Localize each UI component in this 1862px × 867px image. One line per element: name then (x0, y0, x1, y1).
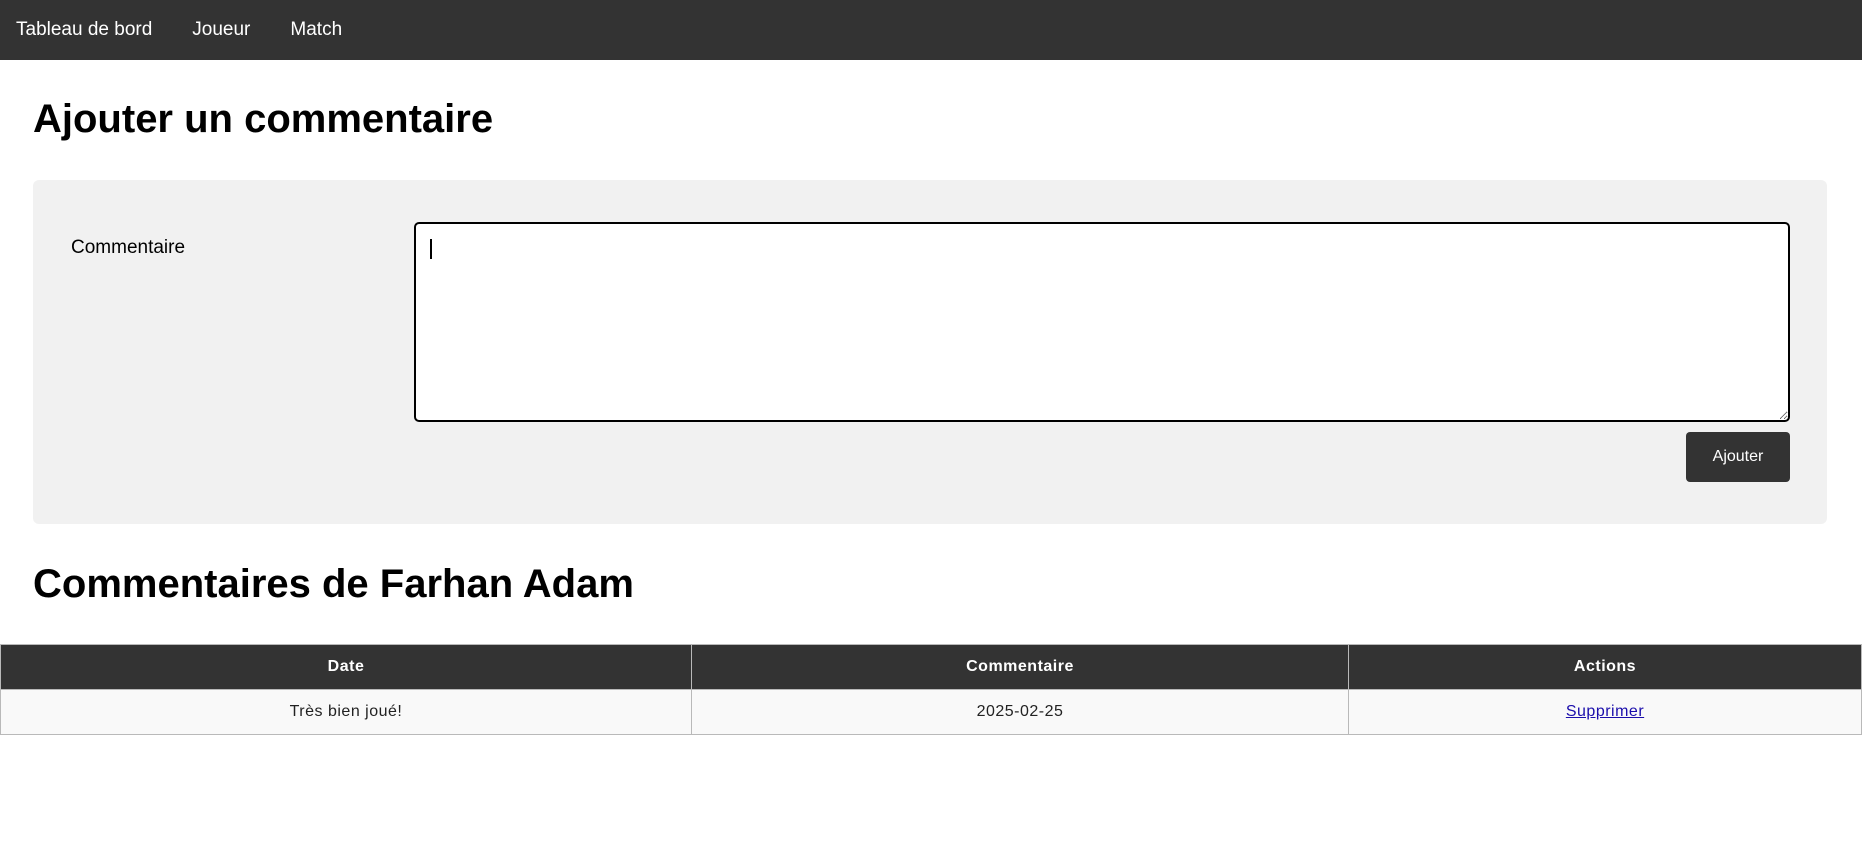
table-header-row: Date Commentaire Actions (0, 644, 1862, 690)
comment-label: Commentaire (71, 237, 186, 258)
column-header-actions: Actions (1348, 644, 1862, 690)
column-header-comment: Commentaire (691, 644, 1349, 690)
cell-date: Très bien joué! (0, 689, 692, 735)
cell-actions: Supprimer (1348, 689, 1862, 735)
table-row: Très bien joué! 2025-02-25 Supprimer (0, 689, 1862, 735)
comments-section-title: Commentaires de Farhan Adam (33, 562, 634, 606)
column-header-date: Date (0, 644, 692, 690)
add-comment-button[interactable]: Ajouter (1686, 432, 1790, 482)
page-title: Ajouter un commentaire (33, 97, 494, 141)
cell-comment: 2025-02-25 (691, 689, 1349, 735)
nav-item-player[interactable]: Joueur (192, 19, 250, 41)
nav-item-match[interactable]: Match (290, 19, 342, 41)
top-navbar: Tableau de bord Joueur Match (0, 0, 1862, 60)
comment-textarea[interactable] (414, 222, 1790, 422)
comments-table: Date Commentaire Actions Très bien joué!… (0, 644, 1862, 735)
delete-comment-link[interactable]: Supprimer (1566, 703, 1644, 720)
text-cursor (430, 239, 432, 259)
comment-form: Commentaire Ajouter (33, 180, 1827, 524)
nav-item-dashboard[interactable]: Tableau de bord (16, 19, 152, 41)
